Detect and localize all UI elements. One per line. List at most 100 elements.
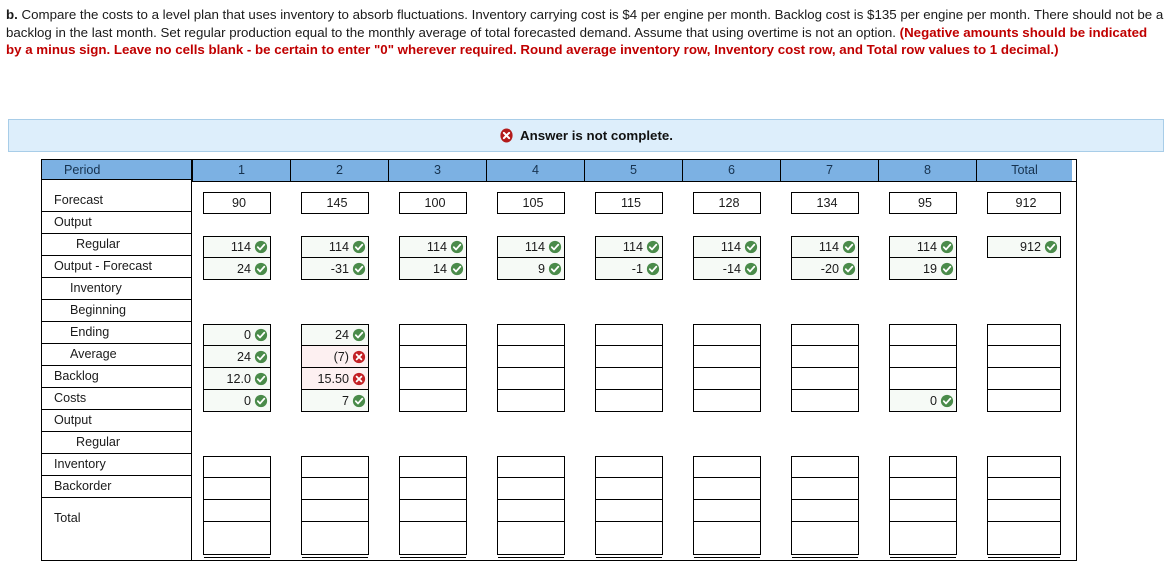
forecast-cell-p8[interactable]: 95 bbox=[889, 192, 957, 214]
regular-cell-p1[interactable]: 114 bbox=[203, 236, 271, 258]
cost-regular-cell-p6[interactable] bbox=[693, 456, 761, 478]
cost-backorder-cell-total[interactable] bbox=[987, 500, 1061, 522]
cost-regular-cell-p1[interactable] bbox=[203, 456, 271, 478]
cost-regular-cell-p8[interactable] bbox=[889, 456, 957, 478]
cost-total-cell-p7[interactable] bbox=[791, 522, 859, 555]
beginning-inventory-cell-total[interactable] bbox=[987, 324, 1061, 346]
backlog-cell-p2[interactable]: 7 bbox=[301, 390, 369, 412]
cost-inventory-cell-p1[interactable] bbox=[203, 478, 271, 500]
regular-cell-p3[interactable]: 114 bbox=[399, 236, 467, 258]
output-minus-forecast-cell-p1[interactable]: 24 bbox=[203, 258, 271, 280]
beginning-inventory-cell-p6[interactable] bbox=[693, 324, 761, 346]
beginning-inventory-cell-p2[interactable]: 24 bbox=[301, 324, 369, 346]
beginning-inventory-cell-p5[interactable] bbox=[595, 324, 663, 346]
beginning-inventory-cell-p3[interactable] bbox=[399, 324, 467, 346]
beginning-inventory-cell-p8[interactable] bbox=[889, 324, 957, 346]
output-minus-forecast-cell-p7[interactable]: -20 bbox=[791, 258, 859, 280]
forecast-cell-p6[interactable]: 128 bbox=[693, 192, 761, 214]
cost-regular-cell-p4[interactable] bbox=[497, 456, 565, 478]
regular-cell-p5[interactable]: 114 bbox=[595, 236, 663, 258]
backlog-cell-p8[interactable]: 0 bbox=[889, 390, 957, 412]
beginning-inventory-cell-p1[interactable]: 0 bbox=[203, 324, 271, 346]
output-minus-forecast-cell-p2[interactable]: -31 bbox=[301, 258, 369, 280]
beginning-inventory-cell-p4[interactable] bbox=[497, 324, 565, 346]
forecast-cell-total[interactable]: 912 bbox=[987, 192, 1061, 214]
ending-inventory-cell-total[interactable] bbox=[987, 346, 1061, 368]
ending-inventory-cell-p5[interactable] bbox=[595, 346, 663, 368]
cost-inventory-cell-total[interactable] bbox=[987, 478, 1061, 500]
cost-backorder-cell-p5[interactable] bbox=[595, 500, 663, 522]
cost-total-cell-p8[interactable] bbox=[889, 522, 957, 555]
cost-inventory-cell-p4[interactable] bbox=[497, 478, 565, 500]
output-minus-forecast-cell-p8[interactable]: 19 bbox=[889, 258, 957, 280]
ending-inventory-cell-p2[interactable]: (7) bbox=[301, 346, 369, 368]
cost-total-cell-p3[interactable] bbox=[399, 522, 467, 555]
average-inventory-cell-p8[interactable] bbox=[889, 368, 957, 390]
average-inventory-cell-p3[interactable] bbox=[399, 368, 467, 390]
cost-regular-cell-p7[interactable] bbox=[791, 456, 859, 478]
forecast-cell-p5[interactable]: 115 bbox=[595, 192, 663, 214]
ending-inventory-cell-p3[interactable] bbox=[399, 346, 467, 368]
backlog-cell-p6[interactable] bbox=[693, 390, 761, 412]
ending-inventory-cell-p4[interactable] bbox=[497, 346, 565, 368]
cost-total-cell-p5[interactable] bbox=[595, 522, 663, 555]
cost-backorder-cell-p4[interactable] bbox=[497, 500, 565, 522]
cost-total-cell-total[interactable] bbox=[987, 522, 1061, 555]
backlog-cell-p7[interactable] bbox=[791, 390, 859, 412]
cost-regular-cell-p3[interactable] bbox=[399, 456, 467, 478]
regular-cell-p6[interactable]: 114 bbox=[693, 236, 761, 258]
row-label-costs-total: Total bbox=[54, 511, 81, 525]
cost-inventory-cell-p8[interactable] bbox=[889, 478, 957, 500]
regular-cell-total[interactable]: 912 bbox=[987, 236, 1061, 258]
average-inventory-cell-p1[interactable]: 12.0 bbox=[203, 368, 271, 390]
cost-backorder-cell-p2[interactable] bbox=[301, 500, 369, 522]
cost-inventory-cell-p2[interactable] bbox=[301, 478, 369, 500]
cost-backorder-cell-p1[interactable] bbox=[203, 500, 271, 522]
cost-inventory-cell-p7[interactable] bbox=[791, 478, 859, 500]
cost-total-cell-p6[interactable] bbox=[693, 522, 761, 555]
cost-inventory-cell-p5[interactable] bbox=[595, 478, 663, 500]
output-minus-forecast-cell-p5[interactable]: -1 bbox=[595, 258, 663, 280]
cost-total-cell-p2[interactable] bbox=[301, 522, 369, 555]
average-inventory-cell-p2[interactable]: 15.50 bbox=[301, 368, 369, 390]
backlog-cell-total[interactable] bbox=[987, 390, 1061, 412]
forecast-cell-p2[interactable]: 145 bbox=[301, 192, 369, 214]
regular-cell-p4[interactable]: 114 bbox=[497, 236, 565, 258]
forecast-cell-p3[interactable]: 100 bbox=[399, 192, 467, 214]
beginning-inventory-cell-p7[interactable] bbox=[791, 324, 859, 346]
backlog-cell-p3[interactable] bbox=[399, 390, 467, 412]
backlog-cell-p1[interactable]: 0 bbox=[203, 390, 271, 412]
average-inventory-cell-p5[interactable] bbox=[595, 368, 663, 390]
average-inventory-cell-p6[interactable] bbox=[693, 368, 761, 390]
cost-inventory-cell-p3[interactable] bbox=[399, 478, 467, 500]
backlog-cell-p4[interactable] bbox=[497, 390, 565, 412]
cost-regular-cell-p2[interactable] bbox=[301, 456, 369, 478]
regular-cell-p2[interactable]: 114 bbox=[301, 236, 369, 258]
ending-inventory-cell-p1[interactable]: 24 bbox=[203, 346, 271, 368]
backlog-cell-p5[interactable] bbox=[595, 390, 663, 412]
average-inventory-cell-total[interactable] bbox=[987, 368, 1061, 390]
regular-cell-p7[interactable]: 114 bbox=[791, 236, 859, 258]
average-inventory-cell-p7[interactable] bbox=[791, 368, 859, 390]
forecast-cell-p1[interactable]: 90 bbox=[203, 192, 271, 214]
cost-regular-cell-total[interactable] bbox=[987, 456, 1061, 478]
output-minus-forecast-cell-p6[interactable]: -14 bbox=[693, 258, 761, 280]
forecast-cell-p4[interactable]: 105 bbox=[497, 192, 565, 214]
output-minus-forecast-cell-p4[interactable]: 9 bbox=[497, 258, 565, 280]
cell-value: 115 bbox=[620, 196, 642, 210]
cost-total-cell-p4[interactable] bbox=[497, 522, 565, 555]
regular-cell-p8[interactable]: 114 bbox=[889, 236, 957, 258]
cost-regular-cell-p5[interactable] bbox=[595, 456, 663, 478]
ending-inventory-cell-p7[interactable] bbox=[791, 346, 859, 368]
cost-backorder-cell-p8[interactable] bbox=[889, 500, 957, 522]
cost-backorder-cell-p6[interactable] bbox=[693, 500, 761, 522]
cost-total-cell-p1[interactable] bbox=[203, 522, 271, 555]
cost-backorder-cell-p7[interactable] bbox=[791, 500, 859, 522]
cost-inventory-cell-p6[interactable] bbox=[693, 478, 761, 500]
ending-inventory-cell-p8[interactable] bbox=[889, 346, 957, 368]
output-minus-forecast-cell-p3[interactable]: 14 bbox=[399, 258, 467, 280]
ending-inventory-cell-p6[interactable] bbox=[693, 346, 761, 368]
forecast-cell-p7[interactable]: 134 bbox=[791, 192, 859, 214]
cost-backorder-cell-p3[interactable] bbox=[399, 500, 467, 522]
average-inventory-cell-p4[interactable] bbox=[497, 368, 565, 390]
